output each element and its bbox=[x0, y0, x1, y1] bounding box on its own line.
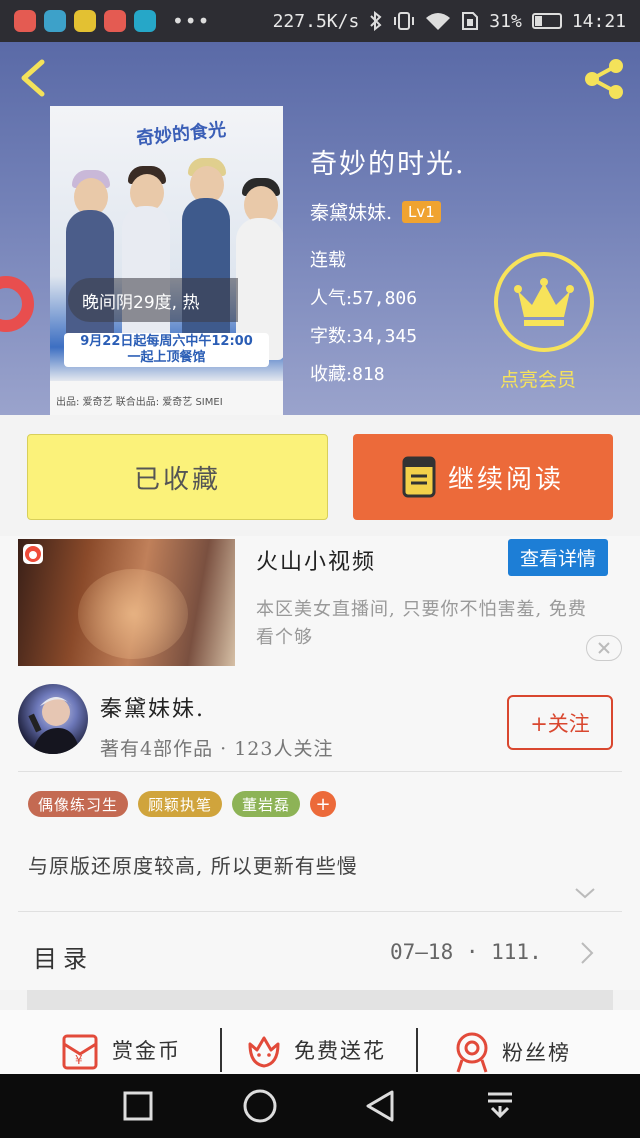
battery-percent: 31% bbox=[489, 10, 522, 32]
vip-button[interactable] bbox=[494, 252, 594, 352]
favorites-stat: 收藏:818 bbox=[310, 364, 385, 385]
tag-chip[interactable]: 顾颖执笔 bbox=[138, 791, 223, 817]
section-divider bbox=[27, 990, 613, 1010]
share-icon bbox=[585, 59, 623, 99]
close-icon bbox=[598, 642, 610, 654]
fan-ranking-label: 粉丝榜 bbox=[502, 1041, 571, 1065]
clock: 14:21 bbox=[571, 10, 626, 32]
ad-close-button[interactable] bbox=[586, 635, 622, 661]
book-intro: 与原版还原度较高, 所以更新有些慢 bbox=[28, 854, 358, 878]
status-bar: ••• 227.5K/s 31% 14:21 bbox=[0, 0, 640, 42]
author-works-info: 著有4部作品 · 123人关注 bbox=[100, 738, 334, 760]
cover-date-banner: 9月22日起每周六中午12:00 一起上顶餐馆 bbox=[64, 333, 269, 367]
level-badge: Lv1 bbox=[402, 200, 441, 223]
back-button[interactable] bbox=[14, 56, 54, 100]
system-nav-bar bbox=[0, 1074, 640, 1138]
author-line: 秦黛妹妹. Lv1 bbox=[310, 198, 441, 225]
tag-chip[interactable]: 董岩磊 bbox=[232, 791, 301, 817]
fan-ranking-button[interactable]: 粉丝榜 bbox=[452, 1030, 571, 1074]
toc-latest-chapter: 07—18 · 111. bbox=[390, 940, 542, 964]
volcano-app-icon bbox=[23, 544, 43, 564]
ad-image[interactable] bbox=[18, 539, 235, 666]
notification-icons: ••• bbox=[14, 9, 210, 33]
battery-icon bbox=[531, 13, 562, 29]
chevron-right-icon bbox=[578, 941, 596, 965]
book-icon bbox=[402, 456, 436, 498]
table-of-contents-row[interactable] bbox=[0, 914, 640, 990]
divider bbox=[18, 911, 622, 912]
app-notification-icon bbox=[14, 10, 36, 32]
net-speed: 227.5K/s bbox=[272, 10, 360, 32]
divider bbox=[220, 1028, 222, 1072]
word-count-stat: 字数:34,345 bbox=[310, 326, 418, 347]
weather-overlay: 晚间阴29度, 热 bbox=[68, 278, 238, 322]
author-card-name[interactable]: 秦黛妹妹. bbox=[100, 691, 205, 723]
cover-credits: 出品: 爱奇艺 联合出品: 爱奇艺 SIMEI bbox=[50, 381, 283, 415]
send-flower-button[interactable]: 免费送花 bbox=[244, 1030, 386, 1070]
crown-icon bbox=[514, 278, 574, 326]
svg-text:¥: ¥ bbox=[75, 1053, 85, 1067]
vibrate-icon bbox=[393, 11, 415, 31]
divider bbox=[416, 1028, 418, 1072]
chat-app-icon bbox=[74, 10, 96, 32]
follow-button[interactable]: +关注 bbox=[507, 695, 613, 750]
continue-reading-label: 继续阅读 bbox=[447, 464, 564, 495]
recent-apps-button[interactable] bbox=[120, 1088, 160, 1124]
circle-icon bbox=[243, 1089, 277, 1123]
toc-label: 目录 bbox=[33, 945, 93, 973]
share-button[interactable] bbox=[582, 56, 628, 102]
flower-icon bbox=[248, 1036, 280, 1068]
tag-list: 偶像练习生 顾颖执笔 董岩磊 + bbox=[28, 791, 337, 817]
reward-coin-label: 赏金币 bbox=[112, 1039, 181, 1063]
sim-icon bbox=[461, 11, 479, 31]
wifi-icon bbox=[425, 11, 451, 31]
ad-detail-button[interactable]: 查看详情 bbox=[508, 539, 608, 576]
moon-app-icon bbox=[44, 10, 66, 32]
bluetooth-icon bbox=[369, 11, 383, 31]
send-flower-label: 免费送花 bbox=[294, 1039, 386, 1063]
author-name[interactable]: 秦黛妹妹. bbox=[310, 198, 392, 225]
home-button[interactable] bbox=[240, 1088, 280, 1124]
author-avatar[interactable] bbox=[18, 684, 88, 754]
triangle-back-icon bbox=[366, 1090, 394, 1122]
notification-shade-button[interactable] bbox=[482, 1088, 522, 1124]
back-nav-button[interactable] bbox=[362, 1088, 402, 1124]
reward-coin-button[interactable]: ¥ 赏金币 bbox=[58, 1030, 181, 1070]
square-icon bbox=[123, 1091, 153, 1121]
chevron-down-icon bbox=[575, 888, 595, 899]
collected-button[interactable]: 已收藏 bbox=[27, 434, 328, 520]
chevron-left-icon bbox=[21, 59, 45, 97]
serial-status: 连载 bbox=[310, 250, 346, 271]
avatar-image bbox=[28, 697, 80, 754]
popularity-stat: 人气:57,806 bbox=[310, 288, 418, 309]
app-notification-icon bbox=[104, 10, 126, 32]
book-cover[interactable]: 奇妙的食光 9月22日起每周六中午12:00 一起上顶餐馆 出品: 爱奇艺 联合… bbox=[50, 106, 283, 415]
cover-logo: 奇妙的食光 bbox=[135, 119, 228, 150]
red-envelope-icon: ¥ bbox=[62, 1034, 98, 1070]
book-header: 奇妙的食光 9月22日起每周六中午12:00 一起上顶餐馆 出品: 爱奇艺 联合… bbox=[0, 42, 640, 415]
more-notifications-icon: ••• bbox=[172, 9, 211, 33]
video-app-icon bbox=[134, 10, 156, 32]
pull-down-icon bbox=[488, 1092, 512, 1119]
vip-label[interactable]: 点亮会员 bbox=[500, 365, 576, 392]
expand-intro-button[interactable] bbox=[574, 882, 596, 904]
ad-description: 本区美女直播间, 只要你不怕害羞, 免费看个够 bbox=[256, 599, 587, 648]
book-title: 奇妙的时光. bbox=[310, 149, 466, 180]
ad-title[interactable]: 火山小视频 bbox=[256, 544, 376, 576]
tag-chip[interactable]: 偶像练习生 bbox=[28, 791, 129, 817]
add-tag-button[interactable]: + bbox=[310, 791, 337, 817]
continue-reading-button[interactable]: 继续阅读 bbox=[353, 434, 613, 520]
medal-icon bbox=[456, 1032, 488, 1073]
lifebuoy-icon[interactable] bbox=[0, 276, 34, 332]
